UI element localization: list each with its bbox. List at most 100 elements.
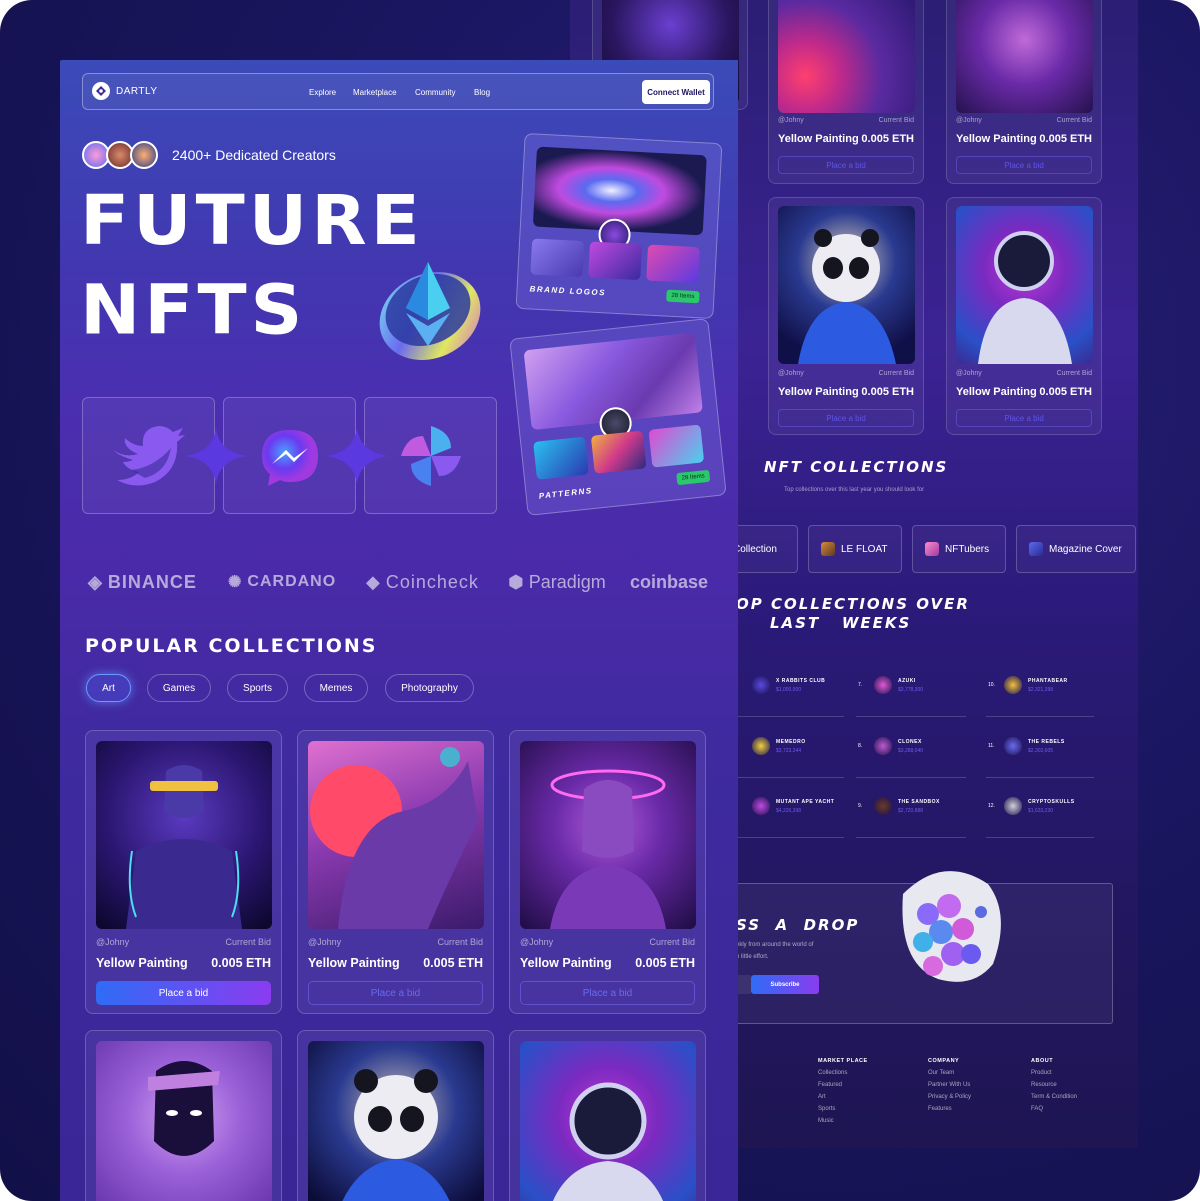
collection-avatar (752, 676, 770, 694)
card-author: @Johny (956, 370, 982, 377)
collection-avatar (874, 676, 892, 694)
nav-link-community[interactable]: Community (415, 88, 455, 97)
filter-tab-photography[interactable]: Photography (385, 674, 474, 702)
footer-link[interactable]: Art (818, 1094, 826, 1100)
hero-title-line2: NFTS (80, 270, 307, 350)
collection-value: $2,321,398 (1028, 686, 1054, 693)
top-collection-item[interactable]: 10. PHANTABEAR $2,321,398 (988, 676, 1068, 694)
footer-link[interactable]: FAQ (1031, 1106, 1043, 1112)
tile-thumb (648, 424, 705, 468)
tile-thumb (530, 238, 585, 278)
avatar (130, 141, 158, 169)
showcase-canvas: @Johny Current Bid Yellow Painting 0.005 E… (0, 0, 1200, 1201)
collection-value: $4,226,398 (776, 807, 802, 814)
subscribe-button[interactable]: Subscribe (751, 975, 819, 994)
footer-link[interactable]: Collections (818, 1070, 847, 1076)
top-collection-item[interactable]: MEMEDRO $3,723,244 (736, 737, 806, 755)
nft-card[interactable]: @Johny Current Bid Yellow Painting 0.005 E… (946, 197, 1102, 435)
nft-card[interactable] (85, 1030, 282, 1201)
tile-count-badge: 28 Items (676, 469, 711, 486)
connect-wallet-button[interactable]: Connect Wallet (642, 80, 710, 104)
nft-card[interactable] (509, 1030, 706, 1201)
nft-image (956, 0, 1093, 113)
nft-image (956, 206, 1093, 364)
footer-link[interactable]: Resource (1031, 1082, 1057, 1088)
chip-thumb-icon (925, 542, 939, 556)
card-price: 0.005 ETH (211, 956, 271, 970)
drop-heading: SS A DROP (736, 916, 860, 934)
footer-link[interactable]: Term & Condition (1031, 1094, 1077, 1100)
brand-name: DARTLY (116, 85, 158, 97)
nft-card[interactable]: @Johny Current Bid Yellow Painting 0.005 E… (768, 197, 924, 435)
card-bid-label: Current Bid (1056, 370, 1092, 377)
nft-card[interactable]: @Johny Current Bid Yellow Painting 0.005 E… (946, 0, 1102, 184)
rank-number: 9. (858, 803, 863, 809)
top-collection-item[interactable]: X RABBITS CLUB $1,000,000 (736, 676, 825, 694)
place-bid-button[interactable]: Place a bid (308, 981, 483, 1005)
card-title: Yellow Painting (956, 133, 1037, 145)
nft-card[interactable]: @Johny Current Bid Yellow Painting 0.005 E… (85, 730, 282, 1014)
nft-card[interactable]: @Johny Current Bid Yellow Painting 0.005 E… (768, 0, 924, 184)
top-collection-item[interactable]: 8. CLONEX $3,288,040 (858, 737, 923, 755)
nav-link-blog[interactable]: Blog (474, 88, 490, 97)
chip-label: NFTubers (945, 543, 990, 555)
footer-link[interactable]: Partner With Us (928, 1082, 970, 1088)
footer-link[interactable]: Product (1031, 1070, 1052, 1076)
nft-card[interactable] (297, 1030, 494, 1201)
card-bid-label: Current Bid (878, 370, 914, 377)
place-bid-button[interactable]: Place a bid (778, 409, 914, 427)
nav-link-explore[interactable]: Explore (309, 88, 336, 97)
filter-tab-art[interactable]: Art (86, 674, 131, 702)
filter-tab-sports[interactable]: Sports (227, 674, 288, 702)
collection-name: CLONEX (898, 738, 922, 745)
filter-tab-games[interactable]: Games (147, 674, 211, 702)
tile-label: PATTERNS (538, 486, 593, 501)
nav-link-marketplace[interactable]: Marketplace (353, 88, 397, 97)
collection-chip[interactable]: Magazine Cover (1016, 525, 1136, 573)
nft-card[interactable]: @Johny Current Bid Yellow Painting 0.005 E… (297, 730, 494, 1014)
filter-tab-memes[interactable]: Memes (304, 674, 368, 702)
footer-link[interactable]: Featured (818, 1082, 842, 1088)
footer-column-title: ABOUT (1031, 1058, 1054, 1064)
brand-logo[interactable]: DARTLY (92, 82, 158, 100)
top-collection-item[interactable]: 9. THE SANDBOX $2,720,888 (858, 797, 940, 815)
collection-chip[interactable]: LE FLOAT (808, 525, 902, 573)
collection-value: $2,302,605 (1028, 747, 1054, 754)
top-collection-item[interactable]: 11. THE REBELS $2,302,605 (988, 737, 1065, 755)
footer-column-title: MARKET PLACE (818, 1058, 868, 1064)
collection-tile-patterns[interactable]: PATTERNS 28 Items (509, 318, 727, 516)
card-bid-label: Current Bid (1056, 117, 1092, 124)
partner-binance: ◈ BINANCE (88, 572, 197, 592)
collection-chip[interactable]: NFTubers (912, 525, 1006, 573)
row-divider (856, 837, 966, 838)
collection-value: $3,288,040 (898, 747, 924, 754)
footer-link[interactable]: Sports (818, 1106, 835, 1112)
card-title: Yellow Painting (956, 386, 1037, 398)
collection-avatar (874, 737, 892, 755)
footer-link[interactable]: Features (928, 1106, 952, 1112)
collection-tile-brand-logos[interactable]: BRAND LOGOS 28 Items (515, 132, 723, 320)
place-bid-button[interactable]: Place a bid (778, 156, 914, 174)
ethereum-coin-illustration (379, 262, 481, 360)
top-collection-item[interactable]: 12. CRYPTOSKULLS $1,633,230 (988, 797, 1075, 815)
card-bid-label: Current Bid (225, 937, 271, 947)
footer-link[interactable]: Our Team (928, 1070, 954, 1076)
subscribe-panel: SS A DROP ekly from around the world of … (720, 871, 1113, 1024)
row-divider (856, 716, 966, 717)
creators-count: 2400+ Dedicated Creators (172, 147, 336, 163)
top-nav: DARTLY Explore Marketplace Community Blo… (82, 73, 714, 110)
top-collection-item[interactable]: MUTANT APE YACHT $4,226,398 (736, 797, 834, 815)
place-bid-button[interactable]: Place a bid (956, 156, 1092, 174)
place-bid-button[interactable]: Place a bid (520, 981, 695, 1005)
collection-name: MEMEDRO (776, 738, 806, 745)
top-collection-item[interactable]: 7. AZUKI $3,778,300 (858, 676, 923, 694)
footer-link[interactable]: Privacy & Policy (928, 1094, 971, 1100)
footer-link[interactable]: Music (818, 1118, 834, 1124)
nft-image (520, 1041, 696, 1201)
collection-value: $2,720,888 (898, 807, 924, 814)
collection-avatar (1004, 676, 1022, 694)
nft-card[interactable]: @Johny Current Bid Yellow Painting 0.005 E… (509, 730, 706, 1014)
place-bid-button[interactable]: Place a bid (956, 409, 1092, 427)
panda-figure (798, 229, 896, 364)
place-bid-button[interactable]: Place a bid (96, 981, 271, 1005)
